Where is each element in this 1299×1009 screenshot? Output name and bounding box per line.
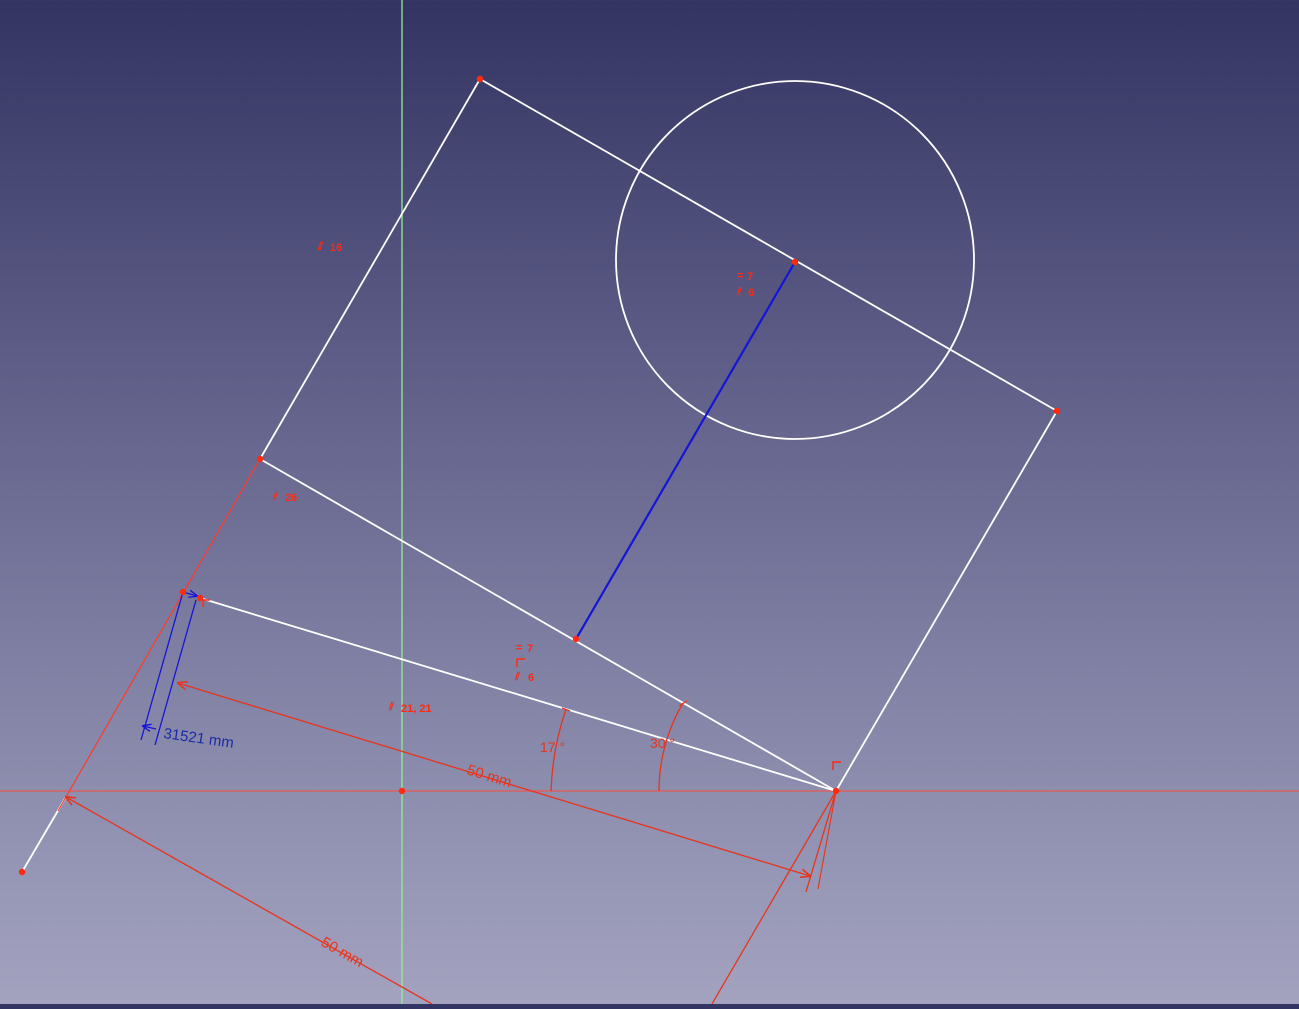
constraint-parallel-21[interactable]: ⫽ 21, 21 <box>388 701 432 715</box>
dim-lower-witness-left <box>57 796 67 812</box>
constraint-label-26: 26 <box>285 492 297 504</box>
vertices[interactable] <box>18 75 1061 876</box>
constraint-group-lower[interactable]: = 7 ⫽ 6 <box>514 642 534 684</box>
selected-distance-label: 31521 mm <box>162 725 235 752</box>
vertex[interactable] <box>256 455 264 463</box>
rect-edge-top[interactable] <box>479 78 1058 412</box>
constraint-parallel-16[interactable]: ⫽ 16 <box>317 241 342 254</box>
sketch-viewport[interactable]: 50 mm 50 mm 17 ° 30 ° 31521 mm ⫽ 16 ⫽ 26… <box>0 0 1299 1005</box>
angle-inner-label: 17 ° <box>540 739 565 755</box>
distance-dimension-upper[interactable]: 50 mm <box>178 683 837 893</box>
perpendicular-icon[interactable] <box>832 761 841 770</box>
constraint-label-equal: 7 <box>747 271 753 283</box>
vertex[interactable] <box>832 787 840 795</box>
equal-icon: = <box>737 270 743 282</box>
dim-lower-witness-right <box>711 790 837 1005</box>
vertex[interactable] <box>179 588 187 596</box>
dim-upper-label: 50 mm <box>465 762 514 792</box>
selected-distance-dimension[interactable]: 31521 mm <box>140 592 235 752</box>
constraint-label-equal: 7 <box>527 643 533 655</box>
constraint-label-parallel: 6 <box>528 672 534 684</box>
angle-dimension-inner[interactable]: 17 ° <box>540 707 571 792</box>
vertex[interactable] <box>1053 407 1061 415</box>
angle-outer-label: 30 ° <box>650 735 675 751</box>
sketch-canvas[interactable]: 50 mm 50 mm 17 ° 30 ° 31521 mm ⫽ 16 ⫽ 26… <box>0 0 1299 1005</box>
perpendicular-icon <box>516 658 525 667</box>
rect-edge-left[interactable] <box>259 78 481 460</box>
vertex[interactable] <box>476 75 484 83</box>
constraint-label-parallel: 6 <box>748 287 754 299</box>
dim-lower-line <box>66 797 433 1005</box>
vertex[interactable] <box>791 258 799 266</box>
constraint-group-circle[interactable]: = 7 ⫽ 6 <box>736 270 754 299</box>
parallel-icon: ⫽ <box>514 671 521 683</box>
parallel-icon: ⫽ <box>736 286 743 298</box>
parallel-icon: ⫽ <box>272 491 279 503</box>
vertex[interactable] <box>196 594 204 602</box>
parallel-icon: ⫽ <box>388 701 395 713</box>
origin-point[interactable] <box>398 787 406 795</box>
distance-dimension-lower[interactable]: 50 mm <box>57 790 837 1005</box>
blue-dim-line-b <box>154 599 197 746</box>
equal-icon: = <box>516 642 522 654</box>
selected-line[interactable] <box>575 261 796 640</box>
constraint-label-16: 16 <box>330 242 342 254</box>
dim-upper-witness-a <box>805 790 837 893</box>
parallel-icon: ⫽ <box>317 241 324 253</box>
vertex[interactable] <box>18 868 26 876</box>
constraint-label-21: 21, 21 <box>401 703 432 715</box>
vertex[interactable] <box>572 635 580 643</box>
diagonal-line-lower[interactable] <box>199 597 837 792</box>
dim-lower-label: 50 mm <box>318 934 366 971</box>
angle-dimension-outer[interactable]: 30 ° <box>650 700 688 792</box>
constraint-parallel-26[interactable]: ⫽ 26 <box>272 491 297 504</box>
rect-edge-right[interactable] <box>835 410 1058 792</box>
